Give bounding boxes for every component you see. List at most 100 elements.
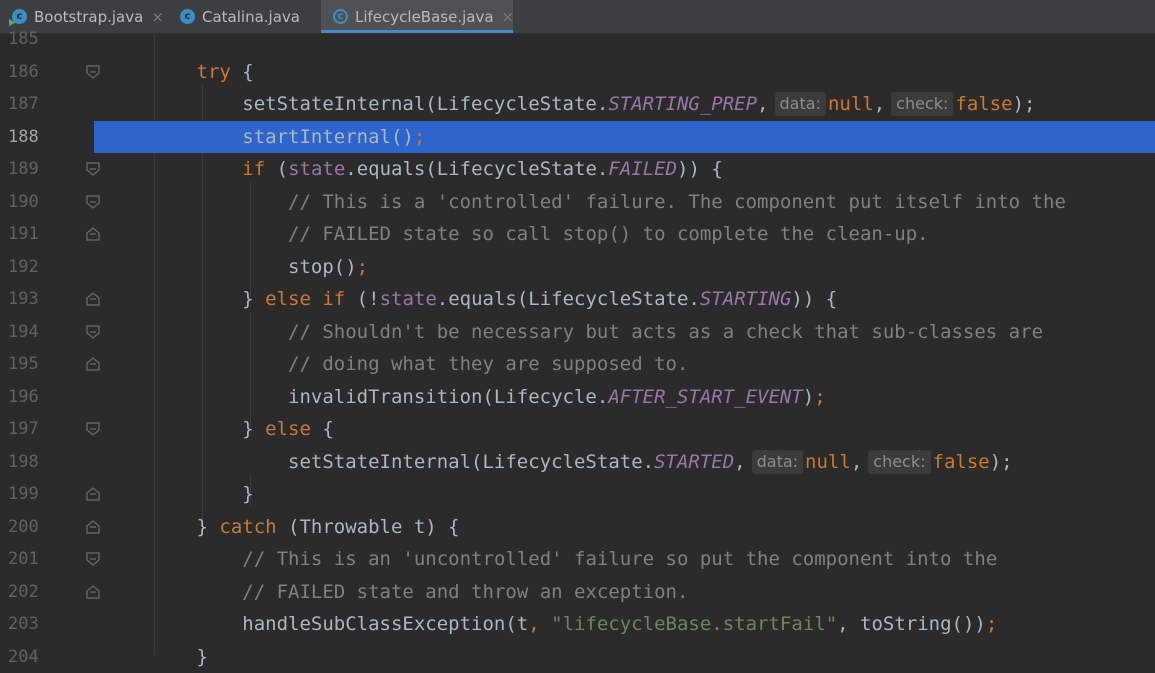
code-text[interactable]: if (state.equals(LifecycleState.FAILED))… bbox=[105, 153, 723, 185]
code-line[interactable]: 188 startInternal(); bbox=[0, 120, 1155, 153]
code-line[interactable]: 198 setStateInternal(LifecycleState.STAR… bbox=[0, 446, 1155, 478]
code-token: (Throwable t) { bbox=[276, 515, 460, 538]
code-token: // FAILED state and throw an exception. bbox=[242, 580, 689, 603]
line-number: 193 bbox=[8, 289, 39, 309]
fold-end-icon[interactable] bbox=[86, 487, 100, 501]
code-token: false bbox=[932, 450, 990, 473]
code-line[interactable]: 201 // This is an 'uncontrolled' failure… bbox=[0, 543, 1155, 575]
line-number: 198 bbox=[8, 451, 39, 472]
line-number: 203 bbox=[8, 614, 39, 634]
fold-collapse-icon[interactable] bbox=[86, 162, 100, 176]
code-token: null bbox=[827, 93, 874, 115]
code-line[interactable]: 187 setStateInternal(LifecycleState.STAR… bbox=[0, 88, 1155, 120]
code-text[interactable]: // This is a 'controlled' failure. The c… bbox=[105, 186, 1066, 218]
code-token: // This is a 'controlled' failure. The c… bbox=[288, 190, 1066, 213]
code-line[interactable]: 192 stop(); bbox=[0, 251, 1155, 283]
code-token: { bbox=[230, 60, 254, 83]
line-number: 187 bbox=[8, 94, 39, 114]
code-text[interactable]: invalidTransition(Lifecycle.AFTER_START_… bbox=[105, 381, 826, 413]
code-text[interactable]: // FAILED state and throw an exception. bbox=[105, 576, 688, 608]
code-text[interactable]: } bbox=[105, 641, 208, 673]
code-token: "lifecycleBase.startFail" bbox=[551, 613, 838, 635]
code-token: // doing what they are supposed to. bbox=[288, 353, 689, 375]
code-token: ; bbox=[356, 255, 369, 278]
code-line[interactable]: 191 // FAILED state so call stop() to co… bbox=[0, 218, 1155, 250]
fold-collapse-icon[interactable] bbox=[86, 64, 100, 79]
code-token: , bbox=[757, 93, 769, 115]
code-token: else bbox=[265, 418, 311, 440]
code-token: STARTED bbox=[654, 450, 735, 473]
fold-collapse-icon[interactable] bbox=[86, 324, 100, 339]
code-line[interactable]: 197 } else { bbox=[0, 413, 1155, 445]
code-text[interactable]: startInternal(); bbox=[105, 121, 425, 153]
code-line[interactable]: 202 // FAILED state and throw an excepti… bbox=[0, 576, 1155, 608]
fold-end-icon[interactable] bbox=[86, 519, 100, 534]
code-token: )) { bbox=[677, 158, 723, 180]
code-text[interactable]: // This is an 'uncontrolled' failure so … bbox=[105, 543, 997, 575]
code-text[interactable]: setStateInternal(LifecycleState.STARTED,… bbox=[105, 446, 1013, 478]
code-text[interactable]: } else if (!state.equals(LifecycleState.… bbox=[105, 283, 837, 315]
code-token: .equals(LifecycleState. bbox=[345, 158, 609, 180]
line-number: 188 bbox=[8, 126, 39, 147]
line-number: 201 bbox=[8, 549, 39, 569]
code-line[interactable]: 203 handleSubClassException(t, "lifecycl… bbox=[0, 608, 1155, 640]
fold-collapse-icon[interactable] bbox=[86, 552, 100, 566]
code-text[interactable]: setStateInternal(LifecycleState.STARTING… bbox=[105, 88, 1035, 120]
code-line[interactable]: 194 // Shouldn't be necessary but acts a… bbox=[0, 316, 1155, 348]
fold-end-icon[interactable] bbox=[86, 357, 100, 371]
code-line[interactable]: 196 invalidTransition(Lifecycle.AFTER_ST… bbox=[0, 381, 1155, 413]
parameter-hint: check: bbox=[868, 449, 931, 474]
code-token: ( bbox=[265, 158, 289, 180]
code-token: } bbox=[105, 645, 208, 668]
code-token: .equals(LifecycleState. bbox=[436, 288, 700, 310]
code-text[interactable]: stop(); bbox=[105, 251, 368, 283]
fold-end-icon[interactable] bbox=[86, 292, 100, 306]
line-number: 190 bbox=[8, 191, 39, 212]
code-line[interactable]: 193 } else if (!state.equals(LifecycleSt… bbox=[0, 283, 1155, 315]
code-line[interactable]: 185 bbox=[0, 23, 1155, 55]
code-token: catch bbox=[219, 515, 277, 538]
code-line[interactable]: 200 } catch (Throwable t) { bbox=[0, 511, 1155, 543]
code-line[interactable]: 186 try { bbox=[0, 56, 1155, 88]
code-token: } bbox=[105, 483, 254, 505]
fold-end-icon[interactable] bbox=[86, 584, 100, 599]
code-text[interactable]: // FAILED state so call stop() to comple… bbox=[105, 218, 929, 250]
fold-end-icon[interactable] bbox=[86, 227, 100, 241]
code-line[interactable]: 204 } bbox=[0, 641, 1155, 673]
code-token: stop() bbox=[105, 255, 357, 278]
code-token: , bbox=[734, 450, 746, 473]
code-text[interactable]: try { bbox=[105, 56, 254, 88]
line-number: 202 bbox=[8, 581, 39, 602]
code-text[interactable]: handleSubClassException(t, "lifecycleBas… bbox=[105, 608, 997, 640]
code-token: , bbox=[873, 93, 886, 115]
code-token: ) bbox=[802, 385, 815, 408]
code-text[interactable]: } else { bbox=[105, 413, 334, 445]
code-line[interactable]: 195 // doing what they are supposed to. bbox=[0, 348, 1155, 380]
code-token: handleSubClassException(t bbox=[105, 613, 529, 635]
code-token: else if bbox=[265, 288, 346, 310]
code-token: // This is an 'uncontrolled' failure so … bbox=[242, 548, 998, 570]
line-number: 197 bbox=[8, 419, 39, 439]
line-number: 192 bbox=[8, 256, 39, 277]
code-token: // Shouldn't be necessary but acts as a … bbox=[288, 320, 1044, 343]
code-line[interactable]: 199 } bbox=[0, 478, 1155, 510]
code-text[interactable]: } bbox=[105, 478, 254, 510]
fold-collapse-icon[interactable] bbox=[86, 422, 100, 436]
code-token: state bbox=[288, 158, 346, 180]
code-line[interactable]: 190 // This is a 'controlled' failure. T… bbox=[0, 186, 1155, 218]
code-line[interactable]: 189 if (state.equals(LifecycleState.FAIL… bbox=[0, 153, 1155, 185]
code-token: setStateInternal(LifecycleState. bbox=[105, 93, 609, 115]
code-text[interactable]: } catch (Throwable t) { bbox=[105, 511, 460, 543]
code-text[interactable]: // Shouldn't be necessary but acts as a … bbox=[105, 316, 1043, 348]
code-text[interactable]: // doing what they are supposed to. bbox=[105, 348, 688, 380]
code-token: (! bbox=[345, 288, 380, 310]
code-editor[interactable]: 185 186 try {187 setStateInternal(Lifecyc… bbox=[0, 29, 1155, 668]
line-number: 191 bbox=[8, 224, 39, 244]
fold-collapse-icon[interactable] bbox=[86, 194, 100, 209]
